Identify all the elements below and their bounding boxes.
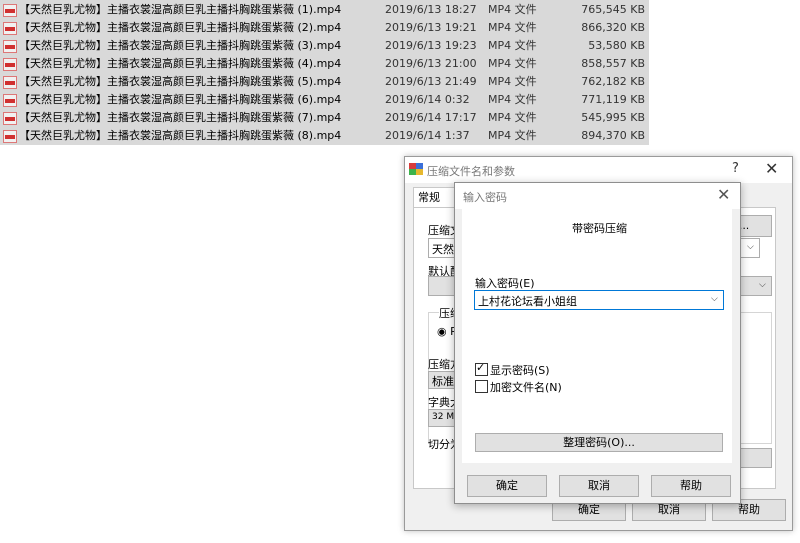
winrar-app-icon <box>409 163 423 176</box>
file-name: 【天然巨乳尤物】主播衣裳湿高颜巨乳主播抖胸跳蛋紫薇 (4).mp4 <box>19 57 342 70</box>
file-type: MP4 文件 <box>488 3 537 16</box>
file-name: 【天然巨乳尤物】主播衣裳湿高颜巨乳主播抖胸跳蛋紫薇 (3).mp4 <box>19 39 342 52</box>
password-help-button[interactable]: 帮助 <box>651 475 731 497</box>
password-dialog-titlebar[interactable]: 输入密码 ✕ <box>455 183 740 209</box>
file-list: 【天然巨乳尤物】主播衣裳湿高颜巨乳主播抖胸跳蛋紫薇 (1).mp4 2019/6/… <box>0 0 649 145</box>
file-type: MP4 文件 <box>488 129 537 142</box>
file-size: 858,557 KB <box>581 57 645 70</box>
file-name: 【天然巨乳尤物】主播衣裳湿高颜巨乳主播抖胸跳蛋紫薇 (2).mp4 <box>19 21 342 34</box>
file-date: 2019/6/14 0:32 <box>385 93 470 106</box>
file-row[interactable]: 【天然巨乳尤物】主播衣裳湿高颜巨乳主播抖胸跳蛋紫薇 (2).mp4 2019/6/… <box>0 19 649 37</box>
file-size: 53,580 KB <box>588 39 645 52</box>
file-size: 762,182 KB <box>581 75 645 88</box>
chevron-down-icon: ⌵ <box>711 294 718 304</box>
password-dialog-title: 输入密码 <box>463 191 507 204</box>
organize-passwords-button[interactable]: 整理密码(O)... <box>475 433 723 452</box>
file-date: 2019/6/14 1:37 <box>385 129 470 142</box>
file-row[interactable]: 【天然巨乳尤物】主播衣裳湿高颜巨乳主播抖胸跳蛋紫薇 (6).mp4 2019/6/… <box>0 91 649 109</box>
file-type: MP4 文件 <box>488 93 537 106</box>
file-name: 【天然巨乳尤物】主播衣裳湿高颜巨乳主播抖胸跳蛋紫薇 (5).mp4 <box>19 75 342 88</box>
password-dialog-content: 带密码压缩 输入密码(E) 上村花论坛看小姐组 ⌵ 显示密码(S) 加密文件名(… <box>462 209 732 463</box>
close-icon[interactable]: ✕ <box>717 185 730 204</box>
password-label: 输入密码(E) <box>475 277 535 290</box>
encrypt-file-names-label: 加密文件名(N) <box>490 381 562 394</box>
file-name: 【天然巨乳尤物】主播衣裳湿高颜巨乳主播抖胸跳蛋紫薇 (7).mp4 <box>19 111 342 124</box>
file-row[interactable]: 【天然巨乳尤物】主播衣裳湿高颜巨乳主播抖胸跳蛋紫薇 (8).mp4 2019/6/… <box>0 127 649 145</box>
file-date: 2019/6/14 17:17 <box>385 111 477 124</box>
file-size: 866,320 KB <box>581 21 645 34</box>
file-date: 2019/6/13 19:21 <box>385 21 477 34</box>
file-date: 2019/6/13 21:49 <box>385 75 477 88</box>
show-password-checkbox[interactable] <box>475 361 488 376</box>
file-name: 【天然巨乳尤物】主播衣裳湿高颜巨乳主播抖胸跳蛋紫薇 (8).mp4 <box>19 129 342 142</box>
mp4-file-icon <box>3 130 17 143</box>
compression-method-value: 标准 <box>432 375 454 388</box>
file-row[interactable]: 【天然巨乳尤物】主播衣裳湿高颜巨乳主播抖胸跳蛋紫薇 (3).mp4 2019/6/… <box>0 37 649 55</box>
file-type: MP4 文件 <box>488 21 537 34</box>
password-ok-button[interactable]: 确定 <box>467 475 547 497</box>
mp4-file-icon <box>3 40 17 53</box>
mp4-file-icon <box>3 58 17 71</box>
file-date: 2019/6/13 21:00 <box>385 57 477 70</box>
file-type: MP4 文件 <box>488 39 537 52</box>
file-row[interactable]: 【天然巨乳尤物】主播衣裳湿高颜巨乳主播抖胸跳蛋紫薇 (5).mp4 2019/6/… <box>0 73 649 91</box>
password-combobox[interactable]: 上村花论坛看小姐组 ⌵ <box>474 290 724 310</box>
file-size: 545,995 KB <box>581 111 645 124</box>
password-cancel-button[interactable]: 取消 <box>559 475 639 497</box>
file-type: MP4 文件 <box>488 111 537 124</box>
dialog-titlebar[interactable]: 压缩文件名和参数 ? ✕ <box>405 157 792 183</box>
password-heading: 带密码压缩 <box>572 222 627 235</box>
dialog-title: 压缩文件名和参数 <box>427 165 515 178</box>
file-row[interactable]: 【天然巨乳尤物】主播衣裳湿高颜巨乳主播抖胸跳蛋紫薇 (4).mp4 2019/6/… <box>0 55 649 73</box>
file-row[interactable]: 【天然巨乳尤物】主播衣裳湿高颜巨乳主播抖胸跳蛋紫薇 (7).mp4 2019/6/… <box>0 109 649 127</box>
set-password-button-area[interactable] <box>740 448 772 468</box>
file-size: 894,370 KB <box>581 129 645 142</box>
enter-password-dialog: 输入密码 ✕ 带密码压缩 输入密码(E) 上村花论坛看小姐组 ⌵ 显示密码(S)… <box>454 182 741 504</box>
encrypt-file-names-checkbox[interactable] <box>475 380 488 393</box>
file-date: 2019/6/13 18:27 <box>385 3 477 16</box>
file-type: MP4 文件 <box>488 75 537 88</box>
file-row[interactable]: 【天然巨乳尤物】主播衣裳湿高颜巨乳主播抖胸跳蛋紫薇 (1).mp4 2019/6/… <box>0 1 649 19</box>
mp4-file-icon <box>3 76 17 89</box>
mp4-file-icon <box>3 4 17 17</box>
mp4-file-icon <box>3 94 17 107</box>
mp4-file-icon <box>3 22 17 35</box>
file-name: 【天然巨乳尤物】主播衣裳湿高颜巨乳主播抖胸跳蛋紫薇 (1).mp4 <box>19 3 342 16</box>
password-value: 上村花论坛看小姐组 <box>478 295 577 308</box>
chevron-down-icon: ⌵ <box>759 280 766 290</box>
file-type: MP4 文件 <box>488 57 537 70</box>
help-icon[interactable]: ? <box>732 161 739 176</box>
file-size: 771,119 KB <box>581 93 645 106</box>
close-icon[interactable]: ✕ <box>765 159 778 178</box>
file-size: 765,545 KB <box>581 3 645 16</box>
show-password-label: 显示密码(S) <box>490 364 550 377</box>
file-date: 2019/6/13 19:23 <box>385 39 477 52</box>
file-name: 【天然巨乳尤物】主播衣裳湿高颜巨乳主播抖胸跳蛋紫薇 (6).mp4 <box>19 93 342 106</box>
chevron-down-icon: ⌵ <box>747 242 754 252</box>
mp4-file-icon <box>3 112 17 125</box>
